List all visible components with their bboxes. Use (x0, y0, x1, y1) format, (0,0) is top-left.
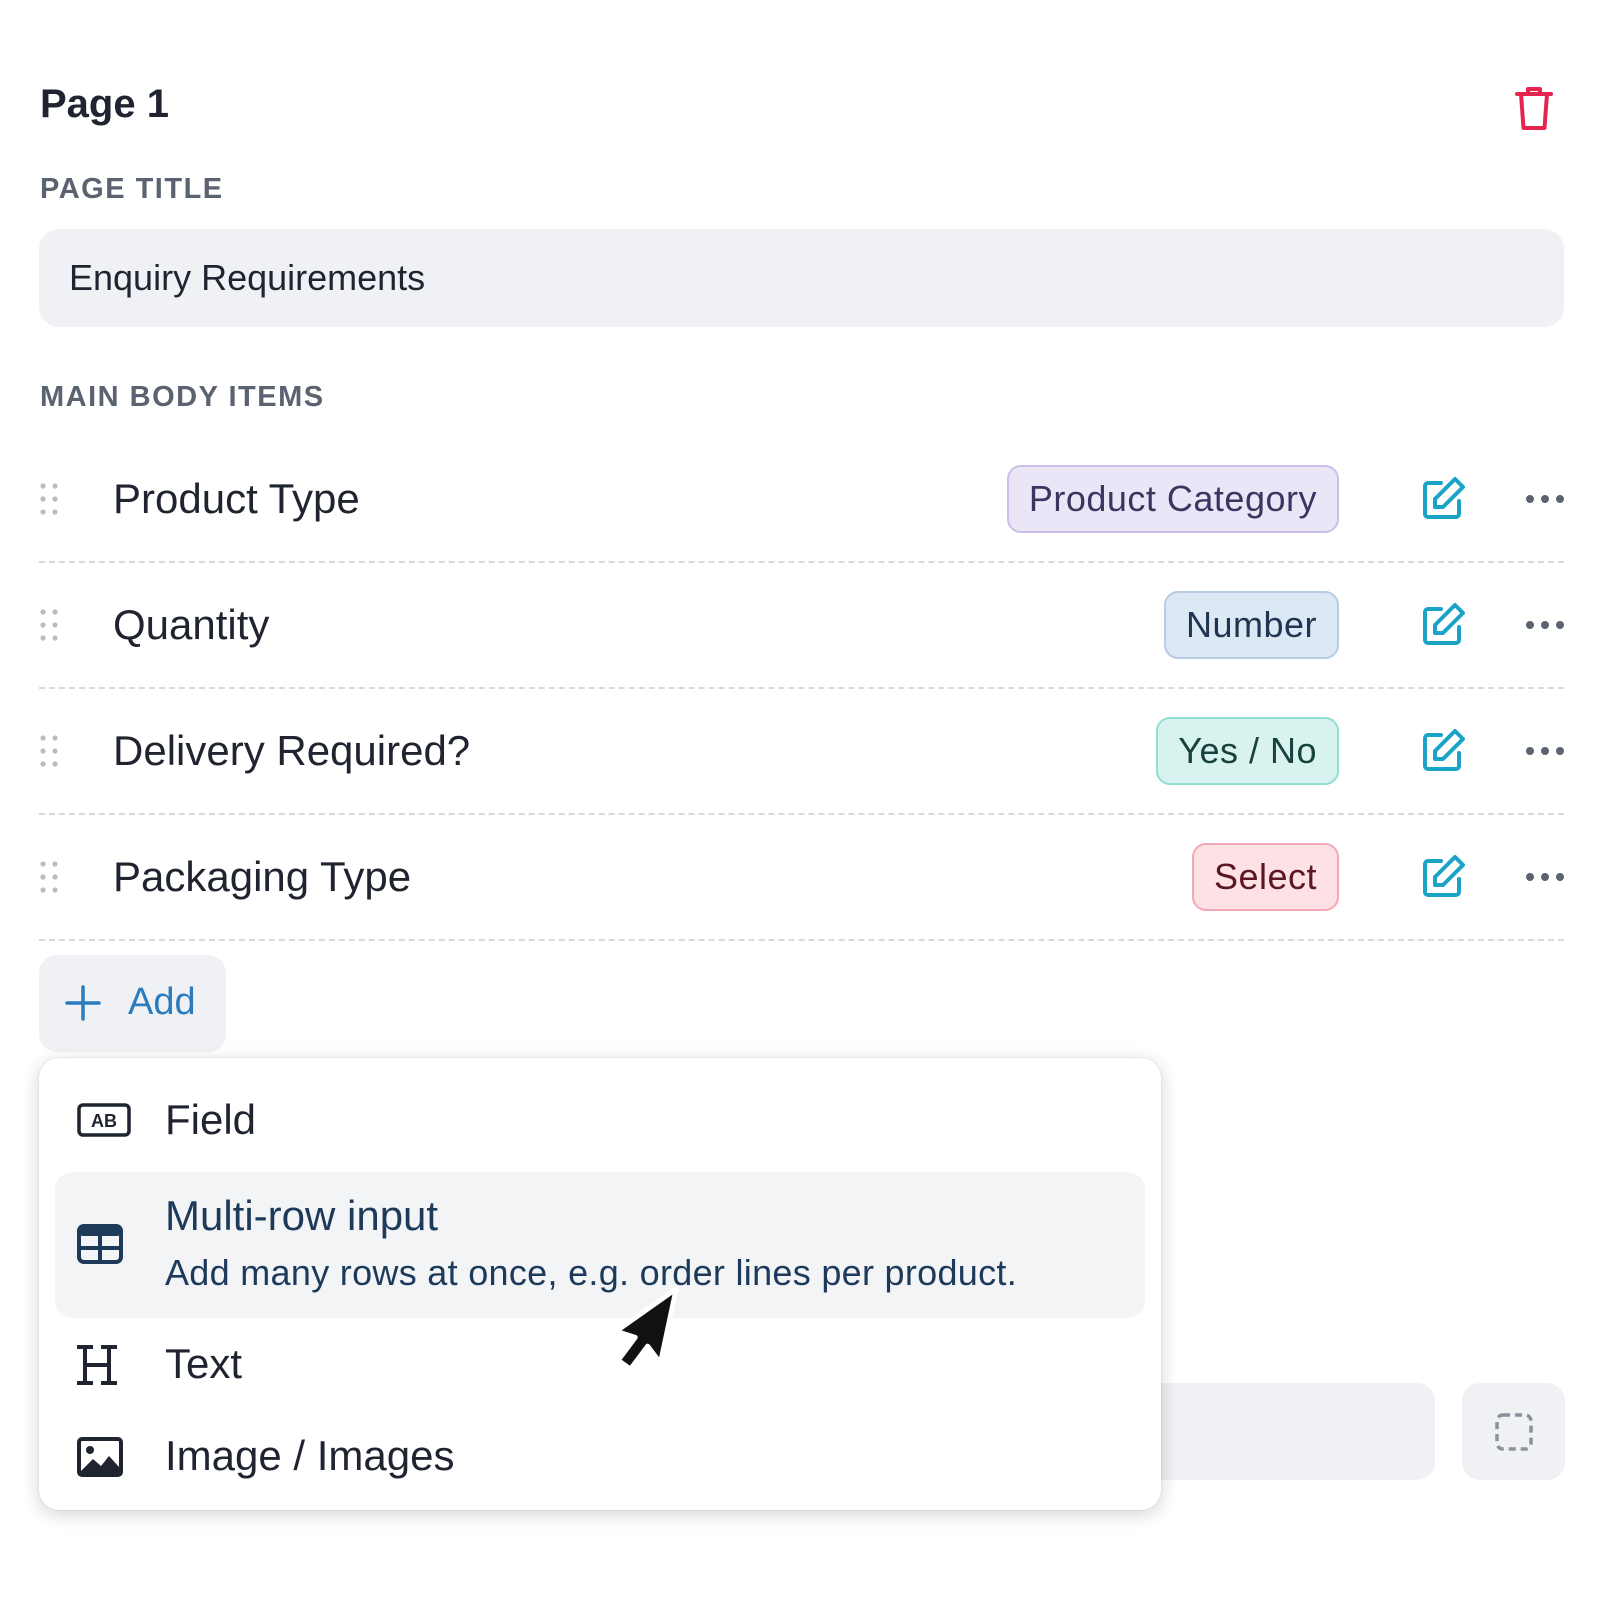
dropdown-item-label: Text (165, 1340, 243, 1387)
dropdown-item-multi-row-input[interactable]: Multi-row input Add many rows at once, e… (55, 1172, 1145, 1318)
body-item-label: Delivery Required? (113, 727, 471, 774)
main-body-items-label: MAIN BODY ITEMS (40, 381, 325, 413)
edit-icon[interactable] (1419, 727, 1467, 775)
field-type-badge: Select (1191, 843, 1339, 911)
drag-handle-icon[interactable] (39, 860, 59, 894)
edit-icon[interactable] (1419, 853, 1467, 901)
dropdown-item-label: Image / Images (165, 1432, 455, 1479)
dropdown-item-text[interactable]: Text (55, 1320, 1145, 1410)
body-item-label: Quantity (113, 601, 270, 648)
body-item-label: Packaging Type (113, 853, 412, 900)
delete-page-button[interactable] (1514, 84, 1554, 132)
plus-icon (65, 985, 101, 1021)
dashed-square-icon (1495, 1413, 1533, 1451)
body-item-row: Product Type Product Category (39, 437, 1564, 563)
page-heading: Page 1 (40, 82, 169, 126)
table-icon (77, 1224, 123, 1264)
body-item-row: Packaging Type Select (39, 815, 1564, 941)
heading-icon (77, 1345, 117, 1385)
more-options-icon[interactable] (1525, 492, 1565, 506)
drag-handle-icon[interactable] (39, 482, 59, 516)
drag-handle-icon[interactable] (39, 734, 59, 768)
add-item-button[interactable]: Add (39, 955, 226, 1052)
field-type-badge: Number (1163, 591, 1339, 659)
more-options-icon[interactable] (1525, 744, 1565, 758)
body-item-row: Quantity Number (39, 563, 1564, 689)
text-field-icon: AB (77, 1103, 131, 1137)
dropdown-item-field[interactable]: AB Field (55, 1066, 1145, 1170)
page-title-label: PAGE TITLE (40, 173, 224, 205)
body-item-row: Delivery Required? Yes / No (39, 689, 1564, 815)
add-button-label: Add (128, 981, 196, 1023)
edit-icon[interactable] (1419, 601, 1467, 649)
drag-handle-icon[interactable] (39, 608, 59, 642)
trash-icon (1515, 87, 1553, 130)
field-type-badge: Product Category (1006, 465, 1339, 533)
dropdown-item-label: Multi-row input (165, 1192, 439, 1239)
add-item-dropdown: AB Field Multi-row input Add many rows a… (39, 1058, 1161, 1510)
body-item-label: Product Type (113, 475, 360, 522)
field-type-badge: Yes / No (1156, 717, 1339, 785)
dropdown-item-description: Add many rows at once, e.g. order lines … (165, 1252, 1018, 1293)
image-icon (77, 1437, 123, 1477)
more-options-icon[interactable] (1525, 618, 1565, 632)
select-area-button[interactable] (1462, 1383, 1565, 1480)
page-title-input[interactable] (39, 229, 1564, 327)
edit-icon[interactable] (1419, 475, 1467, 523)
svg-text:AB: AB (91, 1111, 117, 1131)
dropdown-item-image[interactable]: Image / Images (55, 1412, 1145, 1502)
dropdown-item-label: Field (165, 1096, 257, 1143)
more-options-icon[interactable] (1525, 870, 1565, 884)
